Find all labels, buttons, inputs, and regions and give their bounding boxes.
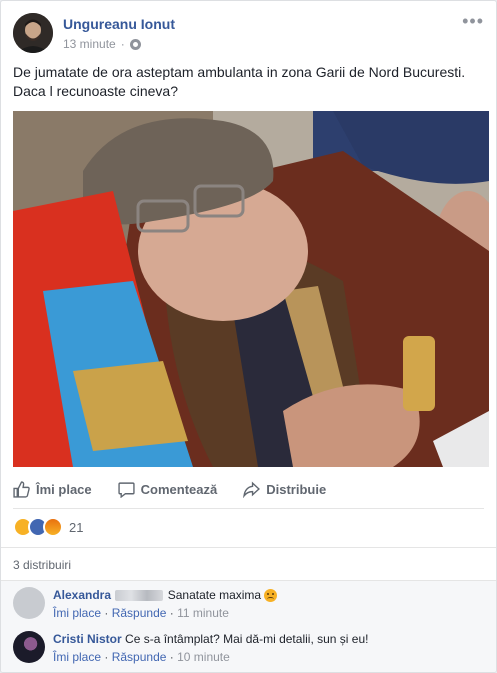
comment-author[interactable]: Alexandra	[53, 588, 111, 602]
public-globe-icon	[129, 38, 141, 50]
blurred-surname	[115, 590, 164, 602]
post-timestamp[interactable]: 13 minute	[63, 37, 116, 51]
post-card: Ungureanu Ionut 13 minute · ••• De jumat…	[0, 0, 497, 673]
comment-timestamp[interactable]: 11 minute	[177, 606, 229, 620]
post-text: De jumatate de ora asteptam ambulanta in…	[13, 63, 483, 101]
divider	[1, 547, 496, 548]
post-photo[interactable]	[13, 111, 489, 467]
comment-actions: Îmi place · Răspunde · 10 minute	[53, 650, 230, 664]
shares-count-link[interactable]: 3 distribuiri	[13, 558, 71, 572]
meta-separator: ·	[120, 37, 125, 51]
sad-emoji-icon	[264, 589, 278, 603]
comment-button[interactable]: Comentează	[118, 475, 218, 503]
comment-timestamp[interactable]: 10 minute	[177, 650, 230, 664]
divider	[13, 508, 484, 509]
comment-item: Cristi Nistor Ce s-a întâmplat? Mai dă-m…	[13, 631, 368, 665]
post-text-line: Daca l recunoaste cineva?	[13, 83, 178, 99]
comment-text: Ce s-a întâmplat? Mai dă-mi detalii, sun…	[125, 632, 369, 646]
commenter-avatar[interactable]	[13, 587, 45, 619]
post-meta: 13 minute ·	[63, 37, 141, 51]
comment-item: Alexandra Sanatate maxima Îmi place · Ră…	[13, 587, 278, 621]
comment-bubble-icon	[118, 481, 135, 498]
like-button-label: Îmi place	[36, 481, 92, 497]
like-button[interactable]: Îmi place	[13, 475, 92, 503]
comment-body: Alexandra Sanatate maxima Îmi place · Ră…	[53, 587, 278, 621]
share-button[interactable]: Distribuie	[243, 475, 326, 503]
comment-text: Sanatate maxima	[167, 588, 262, 602]
comment-like-link[interactable]: Îmi place	[53, 650, 101, 664]
post-text-line: De jumatate de ora asteptam ambulanta in…	[13, 64, 466, 80]
more-options-icon[interactable]: •••	[462, 11, 484, 32]
photo-illustration	[13, 111, 489, 467]
post-actions-bar: Îmi place Comentează Distribuie	[1, 475, 496, 503]
comment-author[interactable]: Cristi Nistor	[53, 632, 122, 646]
share-arrow-icon	[243, 481, 261, 498]
reactions-count: 21	[69, 519, 84, 535]
comment-button-label: Comentează	[140, 481, 218, 497]
angry-icon	[43, 517, 63, 537]
comment-like-link[interactable]: Îmi place	[53, 606, 101, 620]
commenter-avatar[interactable]	[13, 631, 45, 663]
share-button-label: Distribuie	[266, 481, 327, 497]
thumbs-up-icon	[13, 480, 30, 498]
comments-section: Alexandra Sanatate maxima Îmi place · Ră…	[1, 580, 496, 672]
author-avatar[interactable]	[13, 13, 53, 53]
reactions-summary[interactable]: 21	[13, 517, 83, 537]
comment-actions: Îmi place · Răspunde · 11 minute	[53, 606, 229, 620]
comment-reply-link[interactable]: Răspunde	[112, 606, 167, 620]
comment-body: Cristi Nistor Ce s-a întâmplat? Mai dă-m…	[53, 631, 368, 665]
post-author-name[interactable]: Ungureanu Ionut	[63, 16, 175, 32]
comment-reply-link[interactable]: Răspunde	[112, 650, 167, 664]
avatar-portrait	[13, 13, 53, 53]
